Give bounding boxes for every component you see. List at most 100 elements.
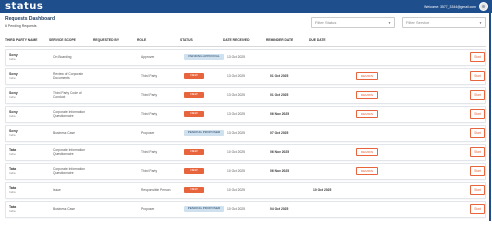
status-badge: NEW [184,73,204,80]
reminder-date: 01 Oct 2025 [270,93,289,98]
scrollbar-thumb[interactable] [489,13,491,221]
start-button[interactable]: Start [470,52,485,63]
table-row[interactable]: Tata India Corporate Information Questionn… [5,162,486,180]
service-scope: On Boarding [53,55,72,60]
vertical-scrollbar[interactable] [489,13,491,221]
date-received: 10 Oct 2025 [227,150,245,155]
role: Proposer [141,131,155,136]
reminder-date: 01 Oct 2025 [270,74,289,79]
start-button[interactable]: Start [470,166,485,177]
service-scope: Issue [53,188,61,193]
third-party-cell: Sony India [6,91,50,99]
start-cell: Start [463,128,485,139]
date-received: 10 Oct 2025 [227,169,245,174]
third-party-country: India [9,152,16,157]
service-scope: Third Party Code of Conduct [53,91,82,100]
col-third-party-name[interactable]: THIRD PARTY NAME [5,38,49,42]
filter-status-placeholder: Filter Status [315,20,337,25]
table-row[interactable]: Sony India Third Party Code of Conduct Thir… [5,86,486,104]
remind-button[interactable]: REMIDN [356,72,378,81]
col-reminder-date[interactable]: REMINDER DATE [266,38,309,42]
third-party-country: India [9,95,16,100]
status-badge: NEW [184,149,204,156]
dashboard-header: Requests Dashboard 6 Pending Requests Fi… [5,16,486,34]
status-badge: NEW [184,187,204,194]
start-button[interactable]: Start [470,109,485,120]
remind-button[interactable]: REMIDN [356,91,378,100]
table-row[interactable]: Sony India Review of Corporate Documents Th… [5,67,486,85]
start-button[interactable]: Start [470,71,485,82]
reminder-date: 06 Nov 2025 [270,112,290,117]
service-scope: Corporate Information Questionnaire [53,148,86,157]
user-avatar-icon[interactable] [479,2,488,11]
date-received: 13 Oct 2025 [227,74,245,79]
col-requested-by[interactable]: REQUESTED BY [93,38,137,42]
start-button[interactable]: Start [470,185,485,196]
status-cell: NEW [181,168,224,175]
reminder-date: 04 Oct 2025 [270,207,289,212]
remind-button[interactable]: REMIDN [356,148,378,157]
status-cell: PENDING PROPOSER [181,206,224,213]
user-email: Welcome: 3577_3344@gmail.com [424,4,476,9]
third-party-cell: Sony India [6,110,50,118]
third-party-country: India [9,133,16,138]
role: Third Party [141,112,158,117]
service-scope: Business Case [53,207,75,212]
filter-status-select[interactable]: Filter Status ▼ [311,17,395,28]
status-cell: PENDING PROPOSER [181,130,224,137]
start-button[interactable]: Start [470,147,485,158]
user-menu[interactable]: Welcome: 3577_3344@gmail.com [424,2,488,11]
service-scope: Business Case [53,131,75,136]
col-role[interactable]: ROLE [137,38,180,42]
top-bar: status Welcome: 3577_3344@gmail.com [0,0,492,13]
remind-button[interactable]: REMIDN [356,110,378,119]
remind-cell: REMIDN [353,72,463,81]
app-logo[interactable]: status [5,1,43,12]
service-scope: Review of Corporate Documents [53,72,84,81]
reminder-date: 07 Oct 2025 [270,131,289,136]
col-date-received[interactable]: DATE RECEIVED [223,38,266,42]
status-cell: NEW [181,149,224,156]
reminder-date: 06 Nov 2025 [270,150,290,155]
start-cell: Start [463,147,485,158]
third-party-cell: Tata India [6,148,50,156]
service-scope: Corporate Information Questionnaire [53,110,86,119]
status-badge: PENDING PROPOSER [184,130,224,137]
start-cell: Start [463,52,485,63]
third-party-country: India [9,57,16,62]
role: Third Party [141,93,158,98]
table-row[interactable]: Sony India On Boarding Approver PENDING APPR… [5,48,486,66]
start-cell: Start [463,166,485,177]
start-button[interactable]: Start [470,128,485,139]
third-party-cell: Tata India [6,167,50,175]
table-row[interactable]: Sony India Corporate Information Questionn… [5,105,486,123]
table-row[interactable]: Sony India Business Case Proposer PENDING PR… [5,124,486,142]
col-status[interactable]: STATUS [180,38,223,42]
status-cell: NEW [181,111,224,118]
filter-service-placeholder: Filter Service [406,20,430,25]
col-due-date[interactable]: DUE DATE [309,38,352,42]
role: Approver [141,55,155,60]
col-service-scope[interactable]: SERVICE SCOPE [49,38,93,42]
request-list: Sony India On Boarding Approver PENDING APPR… [5,48,486,218]
table-row[interactable]: Tata India Issue Responsible Person NEW 10 Oc… [5,181,486,199]
role: Third Party [141,150,158,155]
third-party-cell: Sony India [6,72,50,80]
remind-cell: REMIDN [353,167,463,176]
start-cell: Start [463,204,485,215]
third-party-country: India [9,190,16,195]
third-party-country: India [9,76,16,81]
third-party-cell: Tata India [6,186,50,194]
third-party-country: India [9,171,16,176]
table-row[interactable]: Tata India Corporate Information Questionn… [5,143,486,161]
remind-cell: REMIDN [353,110,463,119]
date-received: 13 Oct 2025 [227,131,245,136]
table-row[interactable]: Tata India Business Case Proposer PENDING PR… [5,200,486,218]
start-button[interactable]: Start [470,90,485,101]
main-content: Requests Dashboard 6 Pending Requests Fi… [0,13,492,218]
third-party-cell: Sony India [6,129,50,137]
remind-button[interactable]: REMIDN [356,167,378,176]
start-button[interactable]: Start [470,204,485,215]
filter-service-select[interactable]: Filter Service ▼ [402,17,486,28]
reminder-date: 06 Nov 2025 [270,169,290,174]
